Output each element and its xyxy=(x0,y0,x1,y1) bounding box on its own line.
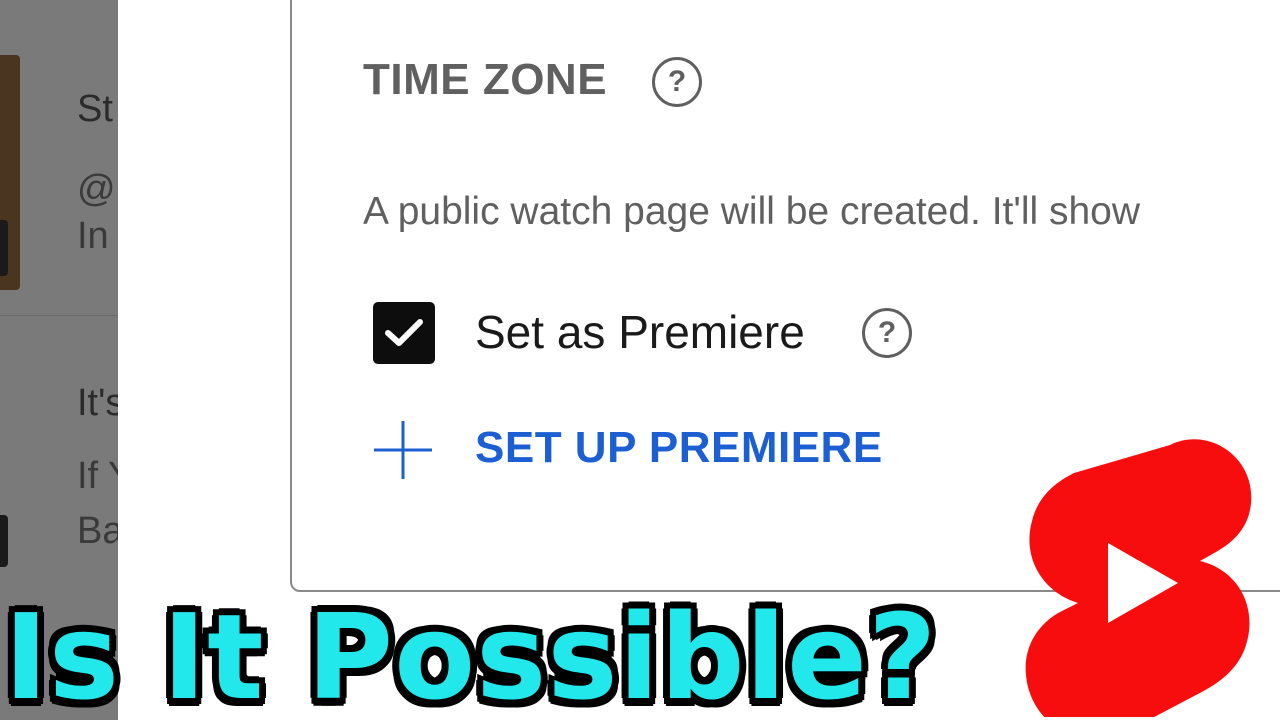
set-as-premiere-label[interactable]: Set as Premiere xyxy=(475,305,805,359)
overlay-title: Is It Possible? xyxy=(4,588,938,726)
list-item-title[interactable]: It's xyxy=(77,382,118,425)
premiere-help-icon[interactable]: ? xyxy=(862,308,912,358)
list-item-subtitle: In xyxy=(77,215,109,257)
list-item-handle: @ xyxy=(77,168,116,210)
time-zone-label: TIME ZONE xyxy=(363,55,608,104)
public-watch-page-description: A public watch page will be created. It'… xyxy=(363,190,1141,233)
plus-icon xyxy=(374,421,432,479)
help-glyph: ? xyxy=(877,316,897,349)
youtube-shorts-icon xyxy=(1025,439,1252,717)
list-divider xyxy=(0,315,118,316)
list-item-line: Ba xyxy=(77,510,118,552)
set-up-premiere-label[interactable]: SET UP PREMIERE xyxy=(475,423,883,473)
help-glyph: ? xyxy=(667,65,687,98)
set-up-premiere-button[interactable] xyxy=(372,418,434,482)
thumbnail-duration-badge xyxy=(0,220,8,276)
checkmark-icon xyxy=(385,319,423,346)
list-item-title[interactable]: St xyxy=(77,88,113,131)
list-item-line: If Y xyxy=(77,455,118,497)
set-as-premiere-checkbox[interactable] xyxy=(373,302,435,364)
time-zone-help-icon[interactable]: ? xyxy=(652,57,702,107)
list-item-badge xyxy=(0,515,8,567)
